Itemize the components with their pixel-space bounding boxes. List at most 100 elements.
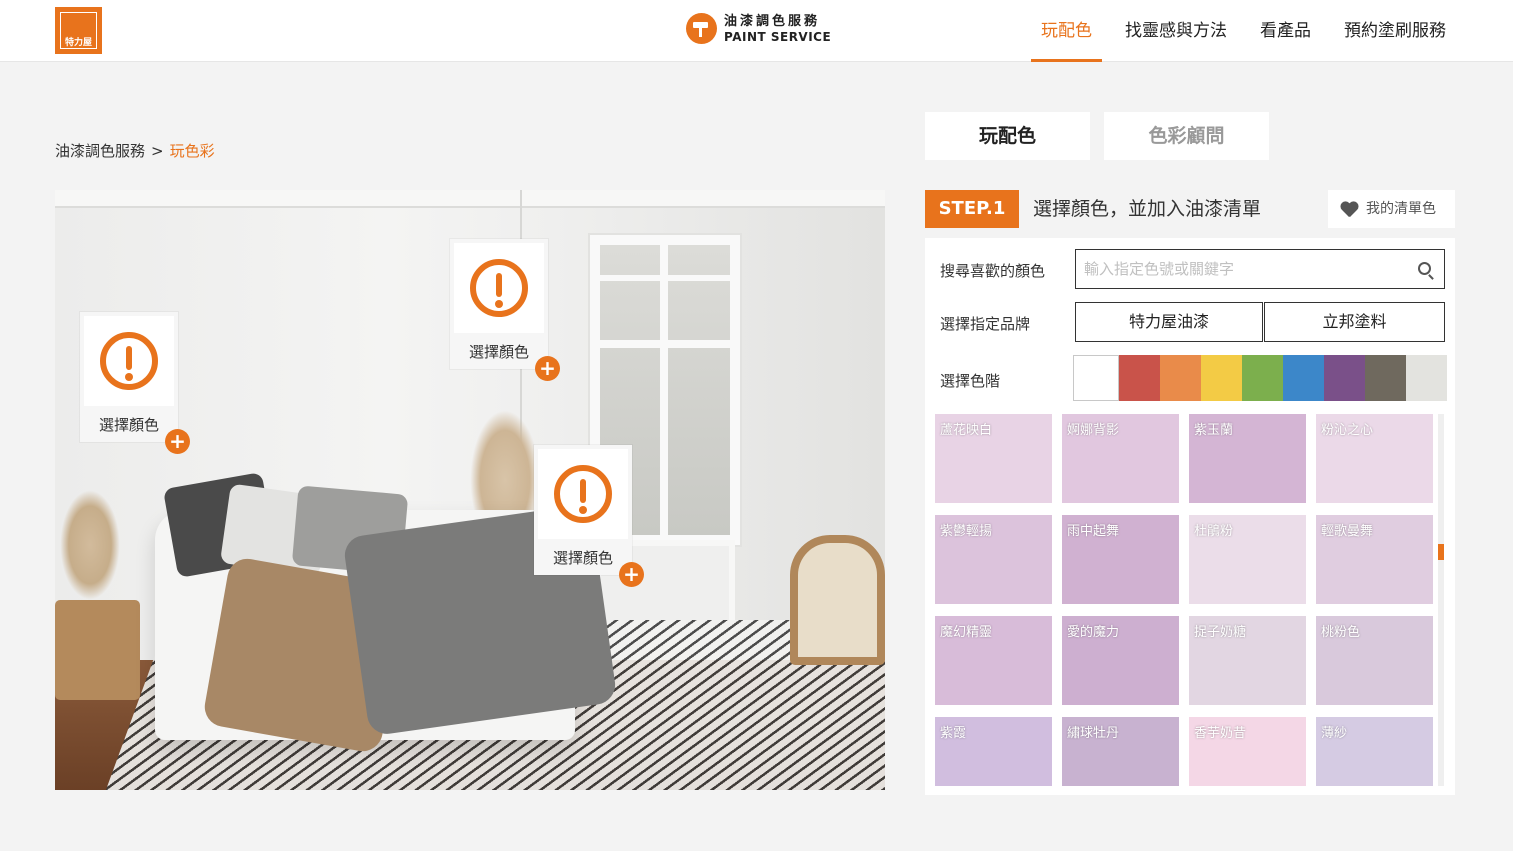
scrollbar-thumb[interactable] (1438, 544, 1444, 560)
color-chip-name: 紫霞 (940, 726, 967, 741)
hotspot-back-wall[interactable]: 選擇顏色 + (450, 239, 560, 381)
brand-name-en: PAINT SERVICE (724, 29, 832, 44)
logo-text: 特力屋 (64, 38, 92, 48)
color-chip-name: 紫玉蘭 (1194, 423, 1234, 438)
hotspot-label: 選擇顏色 (468, 343, 529, 361)
breadcrumb-root[interactable]: 油漆調色服務 (55, 142, 145, 160)
color-chip-name: 婀娜背影 (1067, 423, 1120, 438)
shade-swatch[interactable] (1365, 355, 1406, 401)
color-chip[interactable]: 婀娜背影 (1062, 414, 1179, 503)
breadcrumb-separator: > (151, 142, 164, 160)
color-chip[interactable]: 蘆花映白 (935, 414, 1052, 503)
hotspot-label: 選擇顏色 (98, 416, 159, 434)
nav-inspiration[interactable]: 找靈感與方法 (1115, 0, 1237, 62)
site-logo[interactable]: 特力屋 (55, 7, 102, 54)
color-chip[interactable]: 愛的魔力 (1062, 616, 1179, 705)
color-chip[interactable]: 香芋奶昔 (1189, 717, 1306, 786)
search-input[interactable] (1076, 250, 1396, 288)
tab-color-consultant[interactable]: 色彩顧問 (1104, 112, 1269, 160)
color-chip-name: 粉沁之心 (1321, 423, 1374, 438)
color-chip[interactable]: 捉子奶糖 (1189, 616, 1306, 705)
hotspot-left-wall[interactable]: 選擇顏色 + (80, 312, 190, 454)
step-badge: STEP.1 (925, 190, 1019, 228)
hotspot-label: 選擇顏色 (552, 549, 613, 567)
color-chip-name: 雨中起舞 (1067, 524, 1120, 539)
nav-play-colors[interactable]: 玩配色 (1031, 0, 1102, 62)
alert-icon (470, 259, 528, 317)
room-pampas-left (60, 490, 120, 600)
shade-swatch[interactable] (1283, 355, 1324, 401)
breadcrumb-current: 玩色彩 (169, 142, 215, 160)
room-chair (790, 535, 885, 665)
color-chip-name: 捉子奶糖 (1194, 625, 1247, 640)
paint-service-brand[interactable]: 油漆調色服務 PAINT SERVICE (686, 13, 831, 44)
color-chip[interactable]: 雨中起舞 (1062, 515, 1179, 604)
color-chip[interactable]: 粉沁之心 (1316, 414, 1433, 503)
color-chip-name: 薄紗 (1321, 726, 1348, 741)
shade-swatch[interactable] (1119, 355, 1160, 401)
color-chip[interactable]: 紫玉蘭 (1189, 414, 1306, 503)
color-chip-name: 香芋奶昔 (1194, 726, 1247, 741)
tab-play-colors[interactable]: 玩配色 (925, 112, 1090, 160)
add-color-plus-icon[interactable]: + (165, 429, 190, 454)
brand-button-trplus[interactable]: 特力屋油漆 (1075, 302, 1263, 342)
nav-booking[interactable]: 預約塗刷服務 (1334, 0, 1456, 62)
brand-name-zh: 油漆調色服務 (724, 13, 821, 29)
room-ceiling (55, 190, 885, 208)
window-transom (600, 275, 730, 281)
color-chip-name: 杜鵑粉 (1194, 524, 1234, 539)
shade-swatch[interactable] (1242, 355, 1283, 401)
shade-swatch[interactable] (1073, 355, 1119, 401)
search-label: 搜尋喜歡的顏色 (940, 262, 1046, 280)
color-chip-name: 紫鬱輕揚 (940, 524, 993, 539)
window-mullion (660, 245, 668, 535)
shade-swatch-row (1073, 355, 1447, 401)
nav-products[interactable]: 看產品 (1250, 0, 1321, 62)
alert-icon (554, 465, 612, 523)
color-chip-name: 桃粉色 (1321, 625, 1361, 640)
color-chip-name: 蘆花映白 (940, 423, 993, 438)
step-header: STEP.1 選擇顏色，並加入油漆清單 我的清單色 (925, 190, 1455, 228)
brand-label: 選擇指定品牌 (940, 315, 1031, 333)
color-chip[interactable]: 魔幻精靈 (935, 616, 1052, 705)
hotspot-thumbnail (84, 316, 174, 406)
color-chip[interactable]: 輕歌曼舞 (1316, 515, 1433, 604)
search-icon[interactable] (1418, 262, 1431, 275)
alert-icon (100, 332, 158, 390)
color-chip-name: 魔幻精靈 (940, 625, 993, 640)
search-box (1075, 249, 1445, 289)
color-chip[interactable]: 繡球牡丹 (1062, 717, 1179, 786)
breadcrumb: 油漆調色服務 > 玩色彩 (55, 140, 215, 161)
color-chip[interactable]: 紫鬱輕揚 (935, 515, 1052, 604)
add-color-plus-icon[interactable]: + (619, 562, 644, 587)
my-list-label: 我的清單色 (1366, 201, 1436, 217)
shade-label: 選擇色階 (940, 372, 1001, 390)
color-chip-name: 輕歌曼舞 (1321, 524, 1374, 539)
main-nav: 玩配色 找靈感與方法 看產品 預約塗刷服務 (1018, 0, 1456, 62)
hotspot-right-wall[interactable]: 選擇顏色 + (534, 445, 644, 587)
add-color-plus-icon[interactable]: + (535, 356, 560, 381)
color-chip[interactable]: 杜鵑粉 (1189, 515, 1306, 604)
shade-swatch[interactable] (1201, 355, 1242, 401)
paint-roller-icon (686, 13, 717, 44)
heart-icon (1340, 202, 1358, 218)
my-list-button[interactable]: 我的清單色 (1328, 190, 1455, 228)
shade-swatch[interactable] (1324, 355, 1365, 401)
color-chip-name: 繡球牡丹 (1067, 726, 1120, 741)
color-chip[interactable]: 薄紗 (1316, 717, 1433, 786)
site-header: 特力屋 油漆調色服務 PAINT SERVICE 玩配色 找靈感與方法 看產品 … (0, 0, 1513, 62)
brand-text: 油漆調色服務 PAINT SERVICE (724, 15, 831, 43)
shade-swatch[interactable] (1160, 355, 1201, 401)
color-chip-name: 愛的魔力 (1067, 625, 1120, 640)
color-picker-panel: 搜尋喜歡的顏色 選擇指定品牌 特力屋油漆 立邦塗料 選擇色階 蘆花映白婀娜背影紫… (925, 238, 1455, 795)
mode-tabs: 玩配色 色彩顧問 (925, 112, 1283, 160)
color-chip[interactable]: 桃粉色 (1316, 616, 1433, 705)
window-rail (600, 340, 730, 348)
brand-button-nippon[interactable]: 立邦塗料 (1264, 302, 1445, 342)
color-chip[interactable]: 紫霞 (935, 717, 1052, 786)
room-preview-image: 選擇顏色 + 選擇顏色 + 選擇顏色 + (55, 190, 885, 790)
step-title: 選擇顏色，並加入油漆清單 (1033, 198, 1262, 220)
color-grid-scrollbar[interactable] (1438, 414, 1444, 786)
shade-swatch[interactable] (1406, 355, 1447, 401)
color-chip-grid: 蘆花映白 婀娜背影 紫玉蘭 粉沁之心紫鬱輕揚 雨中起舞 杜鵑粉 輕歌曼舞魔幻精靈 愛的魔力 捉子… (935, 414, 1435, 786)
